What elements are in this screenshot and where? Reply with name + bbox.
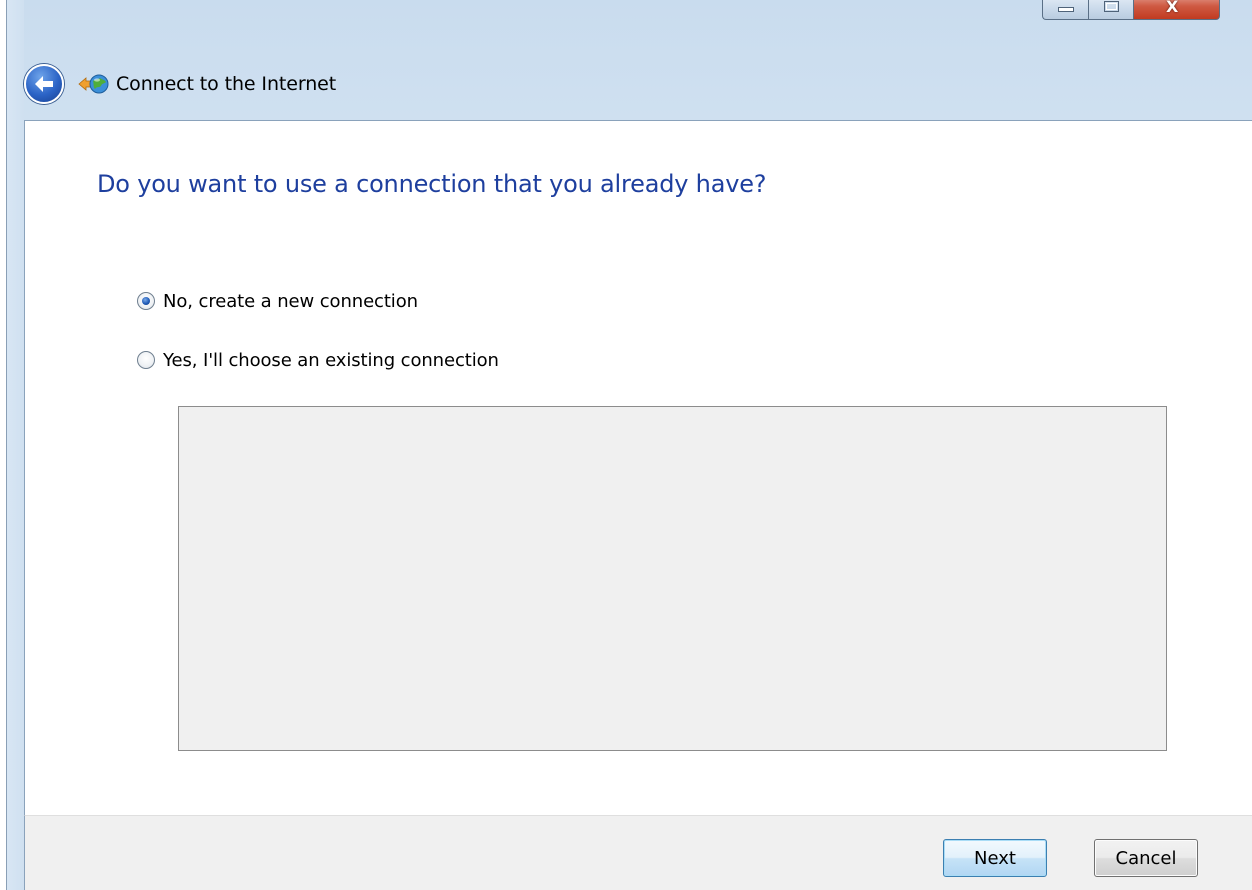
wizard-footer: Next Cancel (24, 815, 1252, 890)
caption-buttons: X (1042, 0, 1220, 20)
close-button[interactable]: X (1134, 0, 1220, 20)
window-frame-edge (0, 0, 24, 890)
window-title: Connect to the Internet (116, 73, 337, 95)
option-create-new[interactable]: No, create a new connection (137, 289, 418, 313)
main-instruction: Do you want to use a connection that you… (97, 170, 767, 198)
minimize-icon (1058, 7, 1074, 12)
option-create-new-label[interactable]: No, create a new connection (163, 291, 418, 312)
close-icon: X (1166, 0, 1179, 16)
back-arrow-icon (35, 76, 53, 92)
radio-create-new[interactable] (137, 292, 155, 310)
back-button[interactable] (24, 64, 64, 104)
radio-choose-existing[interactable] (137, 351, 155, 369)
next-button[interactable]: Next (943, 839, 1047, 877)
maximize-icon (1104, 1, 1119, 12)
wizard-content: Do you want to use a connection that you… (24, 120, 1252, 815)
option-choose-existing-label[interactable]: Yes, I'll choose an existing connection (163, 350, 499, 371)
wizard-header: Connect to the Internet (24, 56, 336, 112)
existing-connections-list (178, 406, 1167, 751)
network-globe-icon (78, 71, 110, 97)
option-choose-existing[interactable]: Yes, I'll choose an existing connection (137, 348, 499, 372)
maximize-button[interactable] (1088, 0, 1134, 20)
wizard-window: X Connect to the Internet Do you want to… (0, 0, 1252, 890)
cancel-button[interactable]: Cancel (1094, 839, 1198, 877)
minimize-button[interactable] (1042, 0, 1088, 20)
